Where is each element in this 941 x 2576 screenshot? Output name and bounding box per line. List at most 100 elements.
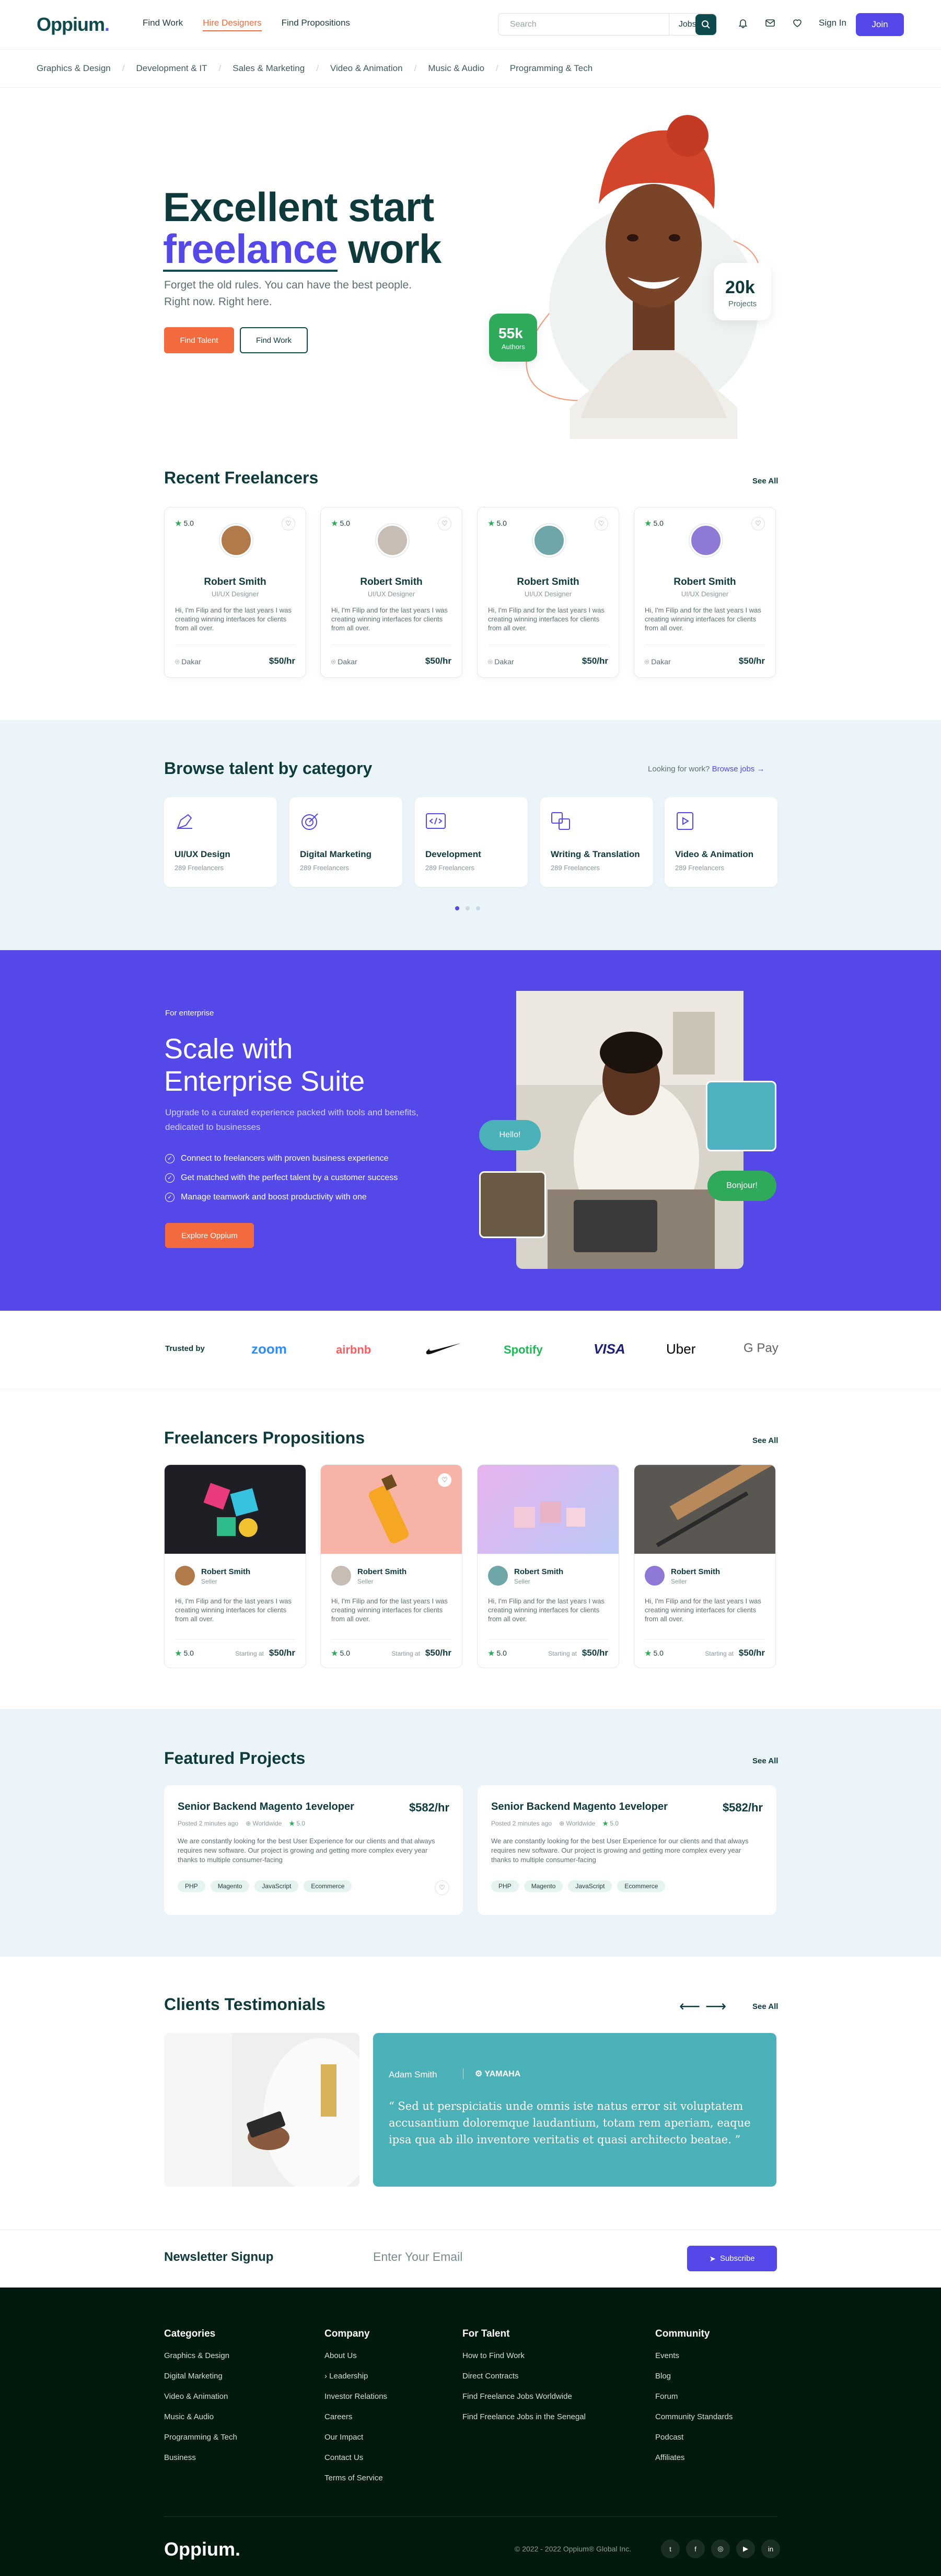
footer-logo[interactable]: Oppium. — [164, 2538, 240, 2560]
nav-link-hire-designers[interactable]: Hire Designers — [203, 18, 262, 31]
tag[interactable]: Magento — [524, 1880, 563, 1892]
freelancer-role: UI/UX Designer — [211, 590, 259, 598]
category-link[interactable]: Development & IT — [136, 63, 207, 74]
footer-link[interactable]: Digital Marketing — [164, 2372, 237, 2392]
featured-see-all-link[interactable]: See All — [752, 1757, 778, 1765]
footer-link[interactable]: Music & Audio — [164, 2412, 237, 2433]
footer-link[interactable]: Blog — [655, 2372, 733, 2392]
linkedin-icon[interactable]: in — [761, 2539, 780, 2558]
footer-link[interactable]: Find Freelance Jobs Worldwide — [462, 2392, 586, 2412]
browse-jobs-link[interactable]: Browse jobs → — [712, 765, 765, 773]
location-pin-icon: ⌾ — [645, 657, 649, 666]
footer-link[interactable]: Terms of Service — [324, 2474, 387, 2494]
footer-link[interactable]: Community Standards — [655, 2412, 733, 2433]
tag[interactable]: Ecommerce — [617, 1880, 666, 1892]
footer-link[interactable]: Business — [164, 2453, 237, 2474]
category-card[interactable]: Development 289 Freelancers — [415, 797, 528, 887]
freelancer-card[interactable]: ★ 5.0 ♡ Robert Smith UI/UX Designer Hi, … — [634, 507, 776, 678]
nike-logo — [424, 1341, 462, 1359]
explore-oppium-button[interactable]: Explore Oppium — [165, 1223, 254, 1248]
tag[interactable]: PHP — [491, 1880, 519, 1892]
favorite-heart-icon[interactable]: ♡ — [595, 517, 608, 530]
star-icon: ★ — [289, 1820, 295, 1827]
category-link[interactable]: Sales & Marketing — [233, 63, 305, 74]
zoom-logo: zoom — [251, 1341, 287, 1357]
footer-link[interactable]: About Us — [324, 2351, 387, 2372]
category-card[interactable]: Video & Animation 289 Freelancers — [665, 797, 777, 887]
footer-link[interactable]: Graphics & Design — [164, 2351, 237, 2372]
tag[interactable]: Magento — [210, 1880, 250, 1892]
carousel-dots[interactable] — [455, 906, 480, 910]
tag[interactable]: JavaScript — [254, 1880, 299, 1892]
footer-link[interactable]: Podcast — [655, 2433, 733, 2453]
authors-stat-card: 55k Authors — [489, 314, 537, 362]
favorite-heart-icon[interactable]: ♡ — [438, 517, 451, 530]
favorite-heart-icon[interactable]: ♡ — [435, 1880, 449, 1895]
category-link[interactable]: Video & Animation — [330, 63, 403, 74]
recent-see-all-link[interactable]: See All — [752, 477, 778, 486]
facebook-icon[interactable]: f — [686, 2539, 705, 2558]
proposition-card[interactable]: ♡ Robert Smith Seller Hi, I'm Filip and … — [320, 1464, 462, 1668]
proposition-card[interactable]: Robert Smith Seller Hi, I'm Filip and fo… — [477, 1464, 619, 1668]
footer-link[interactable]: Events — [655, 2351, 733, 2372]
favorite-heart-icon[interactable]: ♡ — [751, 517, 765, 530]
category-link[interactable]: Graphics & Design — [37, 63, 111, 74]
freelancer-card[interactable]: ★ 5.0 ♡ Robert Smith UI/UX Designer Hi, … — [164, 507, 306, 678]
testimonials-see-all-link[interactable]: See All — [752, 2002, 778, 2011]
propositions-see-all-link[interactable]: See All — [752, 1436, 778, 1445]
freelancer-card[interactable]: ★ 5.0 ♡ Robert Smith UI/UX Designer Hi, … — [477, 507, 619, 678]
footer-link[interactable]: Video & Animation — [164, 2392, 237, 2412]
footer-link[interactable]: › Leadership — [324, 2372, 387, 2392]
freelancer-card[interactable]: ★ 5.0 ♡ Robert Smith UI/UX Designer Hi, … — [320, 507, 462, 678]
youtube-icon[interactable]: ▶ — [736, 2539, 755, 2558]
footer-link[interactable]: Affiliates — [655, 2453, 733, 2474]
mail-icon[interactable] — [763, 16, 777, 30]
category-card[interactable]: Writing & Translation 289 Freelancers — [540, 797, 653, 887]
category-card[interactable]: Digital Marketing 289 Freelancers — [289, 797, 402, 887]
find-work-button[interactable]: Find Work — [240, 327, 308, 353]
subscribe-button[interactable]: ➤ Subscribe — [687, 2246, 777, 2271]
favorite-heart-icon[interactable]: ♡ — [282, 517, 295, 530]
hero-title-line1: Excellent start — [163, 184, 434, 230]
search-button[interactable] — [695, 14, 716, 35]
nav-link-find-work[interactable]: Find Work — [143, 18, 183, 31]
airbnb-logo: airbnb — [336, 1343, 371, 1356]
footer-link[interactable]: Investor Relations — [324, 2392, 387, 2412]
tag[interactable]: Ecommerce — [304, 1880, 352, 1892]
proposition-card[interactable]: Robert Smith Seller Hi, I'm Filip and fo… — [164, 1464, 306, 1668]
twitter-icon[interactable]: t — [661, 2539, 680, 2558]
proposition-card[interactable]: Robert Smith Seller Hi, I'm Filip and fo… — [634, 1464, 776, 1668]
tag[interactable]: JavaScript — [568, 1880, 612, 1892]
job-card[interactable]: Senior Backend Magento 1eveloper $582/hr… — [164, 1785, 463, 1915]
search-input[interactable]: Search — [498, 20, 669, 29]
instagram-icon[interactable]: ◎ — [711, 2539, 730, 2558]
category-link[interactable]: Music & Audio — [428, 63, 484, 74]
footer-link[interactable]: Direct Contracts — [462, 2372, 586, 2392]
job-title[interactable]: Senior Backend Magento 1eveloper — [178, 1801, 354, 1813]
arrow-right-icon[interactable]: ⟶ — [705, 1997, 726, 2015]
bell-icon[interactable] — [736, 16, 750, 30]
category-link[interactable]: Programming & Tech — [510, 63, 593, 74]
footer-link[interactable]: Find Freelance Jobs in the Senegal — [462, 2412, 586, 2433]
find-talent-button[interactable]: Find Talent — [164, 327, 234, 353]
footer-link[interactable]: Contact Us — [324, 2453, 387, 2474]
job-title[interactable]: Senior Backend Magento 1eveloper — [491, 1801, 668, 1813]
footer-link[interactable]: Careers — [324, 2412, 387, 2433]
join-button[interactable]: Join — [856, 13, 904, 36]
heart-icon[interactable] — [790, 16, 805, 30]
footer-link[interactable]: How to Find Work — [462, 2351, 586, 2372]
footer-link[interactable]: Forum — [655, 2392, 733, 2412]
projects-stat-value: 20k — [725, 278, 755, 297]
search-box[interactable]: Search Jobs⌄ — [498, 13, 716, 36]
arrow-left-icon[interactable]: ⟵ — [679, 1997, 700, 2015]
nav-link-find-propositions[interactable]: Find Propositions — [282, 18, 350, 31]
sign-in-link[interactable]: Sign In — [819, 18, 846, 28]
category-card[interactable]: UI/UX Design 289 Freelancers — [164, 797, 277, 887]
footer-link[interactable]: Programming & Tech — [164, 2433, 237, 2453]
favorite-heart-icon[interactable]: ♡ — [438, 1473, 451, 1487]
footer-link[interactable]: Our Impact — [324, 2433, 387, 2453]
job-card[interactable]: Senior Backend Magento 1eveloper $582/hr… — [478, 1785, 776, 1915]
tag[interactable]: PHP — [178, 1880, 205, 1892]
email-input[interactable]: Enter Your Email — [373, 2250, 462, 2264]
logo[interactable]: Oppium. — [37, 14, 110, 36]
